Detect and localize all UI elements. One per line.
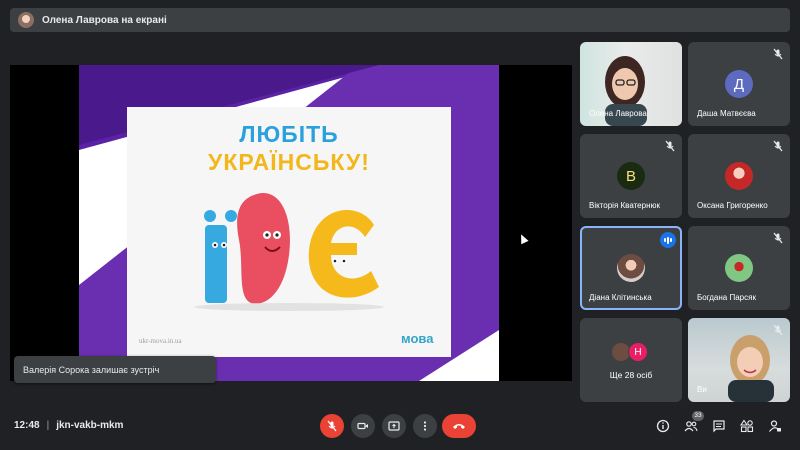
- chat-button[interactable]: [710, 417, 728, 435]
- participant-name: Вікторія Кватернюк: [589, 201, 660, 210]
- participant-tile-speaking[interactable]: Діана Клітинська: [580, 226, 682, 310]
- present-screen-icon: [388, 421, 400, 431]
- participant-name: Богдана Парсяк: [697, 293, 756, 302]
- speaking-indicator-icon: [660, 232, 676, 248]
- presenting-title: Олена Лаврова на екрані: [42, 14, 167, 26]
- participant-avatar: [725, 162, 753, 190]
- shapes-icon: [740, 419, 754, 433]
- microphone-toggle-button[interactable]: [320, 414, 344, 438]
- people-icon: [684, 421, 698, 432]
- toast-text: Валерія Сорока залишає зустріч: [23, 364, 160, 375]
- meeting-controls-bar: 12:48 | jkn-vakb-mkm: [0, 410, 800, 444]
- more-vert-icon: [423, 421, 427, 431]
- participant-avatar: Д: [725, 70, 753, 98]
- mic-off-icon: [665, 140, 675, 152]
- people-count-badge: 33: [692, 411, 704, 421]
- meeting-code: jkn-vakb-mkm: [56, 420, 124, 431]
- presentation-slide: ЛЮБІТЬ УКРАЇНСЬКУ! ukr-mova.in.ua мова: [79, 65, 499, 381]
- divider: |: [46, 420, 50, 431]
- slide-brand-text: мова: [401, 331, 434, 346]
- meeting-info: 12:48 | jkn-vakb-mkm: [14, 420, 123, 431]
- leave-call-button[interactable]: [442, 414, 476, 438]
- participant-avatar: В: [617, 162, 645, 190]
- participant-tile[interactable]: Богдана Парсяк: [688, 226, 790, 310]
- info-icon: [656, 419, 670, 433]
- avatar-letter: Н: [634, 346, 642, 358]
- meeting-time: 12:48: [14, 420, 40, 431]
- presenting-banner: Олена Лаврова на екрані: [10, 8, 790, 32]
- self-tile[interactable]: Ви: [688, 318, 790, 402]
- meeting-details-button[interactable]: [654, 417, 672, 435]
- mic-off-icon: [773, 48, 783, 60]
- slide-title-line2: УКРАЇНСЬКУ!: [208, 149, 370, 175]
- more-participants-tile[interactable]: Н Ще 28 осіб: [580, 318, 682, 402]
- slide-title-line1: ЛЮБІТЬ: [239, 121, 339, 147]
- more-options-button[interactable]: [413, 414, 437, 438]
- mic-off-icon: [327, 420, 337, 432]
- participant-tile[interactable]: Оксана Григоренко: [688, 134, 790, 218]
- participant-name: Діана Клітинська: [589, 293, 652, 302]
- lock-person-icon: [769, 420, 781, 432]
- participant-name: Даша Матвєєва: [697, 109, 756, 118]
- presenter-avatar: [18, 12, 34, 28]
- stacked-avatars: Н: [611, 342, 651, 362]
- mic-off-icon: [773, 140, 783, 152]
- host-controls-button[interactable]: [766, 417, 784, 435]
- participant-name: Оксана Григоренко: [697, 201, 768, 210]
- avatar-letter: Д: [733, 75, 745, 93]
- camera-toggle-button[interactable]: [351, 414, 375, 438]
- mic-off-icon: [773, 324, 783, 336]
- participant-tile[interactable]: Д Даша Матвєєва: [688, 42, 790, 126]
- participant-avatar: Н: [628, 342, 648, 362]
- slide-url: ukr-mova.in.ua: [139, 337, 182, 345]
- activities-button[interactable]: [738, 417, 756, 435]
- leave-notification-toast: Валерія Сорока залишає зустріч: [14, 356, 216, 383]
- present-screen-button[interactable]: [382, 414, 406, 438]
- participant-avatar: [725, 254, 753, 282]
- more-participants-label: Ще 28 осіб: [609, 370, 653, 380]
- participant-name: Олена Лаврова: [589, 109, 647, 118]
- participant-tile[interactable]: Олена Лаврова: [580, 42, 682, 126]
- participant-tile[interactable]: В Вікторія Кватернюк: [580, 134, 682, 218]
- hang-up-icon: [453, 424, 465, 429]
- avatar-letter: В: [625, 167, 636, 185]
- slide-brand-logo: мова: [401, 331, 433, 346]
- participant-name: Ви: [697, 385, 707, 394]
- participant-avatar: [617, 254, 645, 282]
- presentation-stage: ЛЮБІТЬ УКРАЇНСЬКУ! ukr-mova.in.ua мова: [10, 65, 572, 381]
- camera-icon: [357, 422, 368, 430]
- slide-background: [79, 65, 499, 381]
- mic-off-icon: [773, 232, 783, 244]
- chat-icon: [713, 420, 725, 433]
